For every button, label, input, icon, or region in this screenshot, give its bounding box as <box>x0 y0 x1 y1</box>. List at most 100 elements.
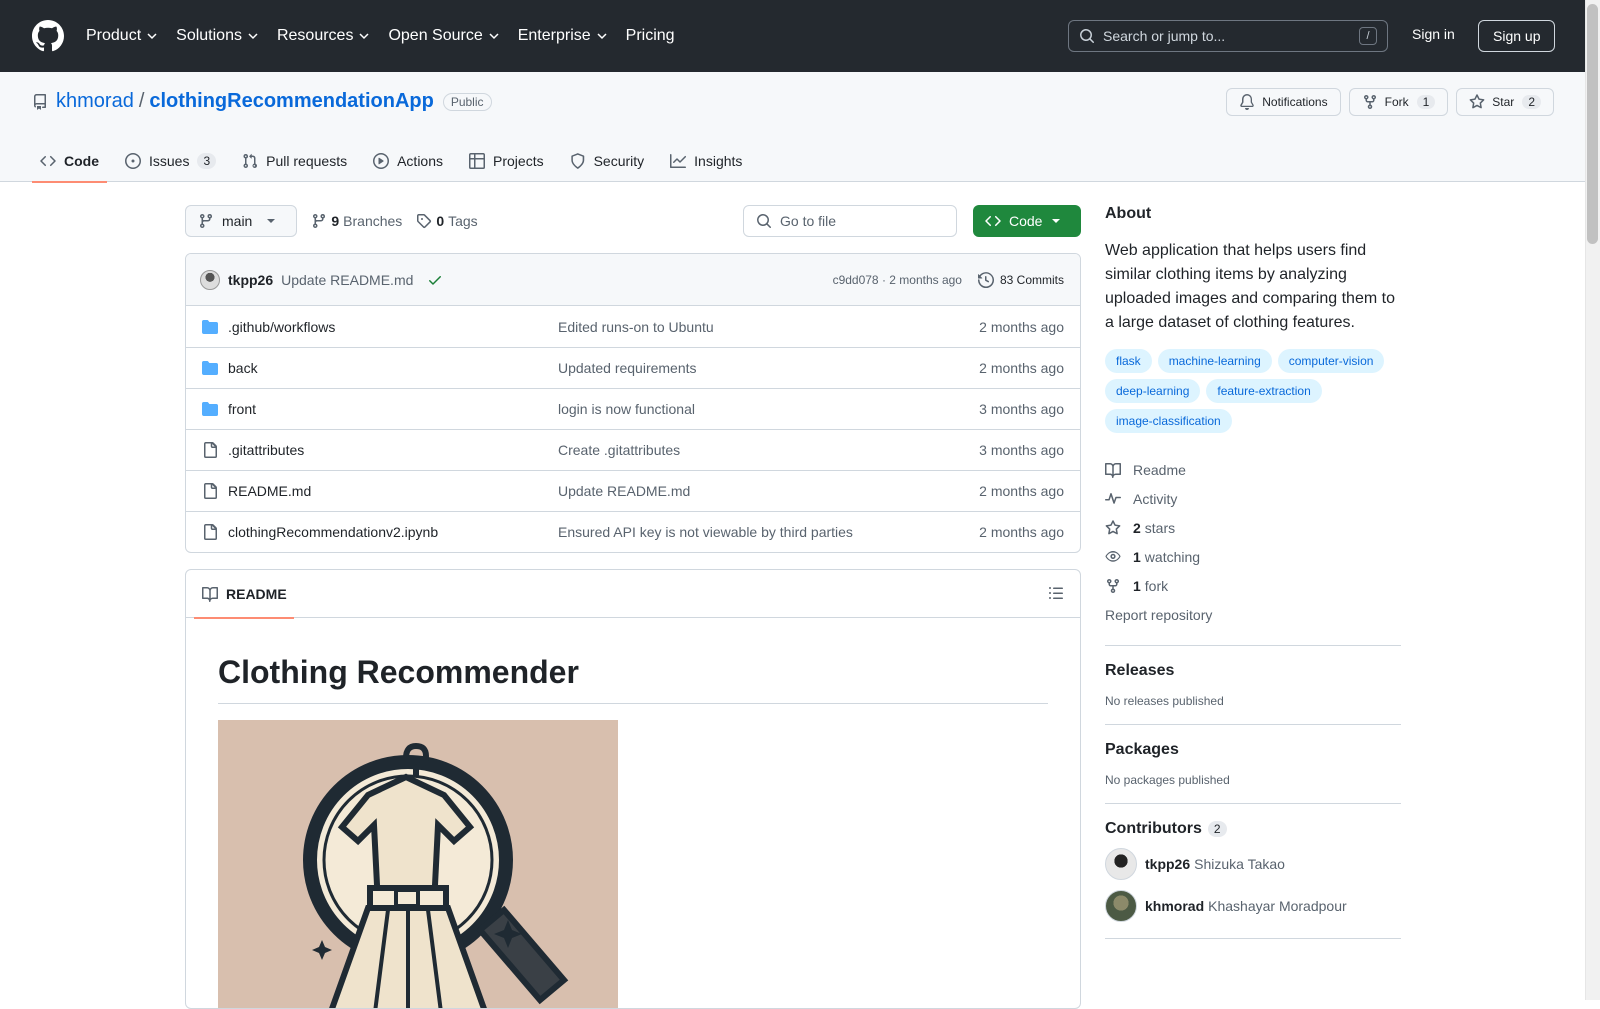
github-logo-icon[interactable] <box>32 20 64 52</box>
repo-sidebar: About Web application that helps users f… <box>1105 205 1401 955</box>
fork-button[interactable]: Fork 1 <box>1348 88 1449 116</box>
file-commit-message-link[interactable]: Update README.md <box>558 483 690 499</box>
commits-history-link[interactable]: 83 Commits <box>977 271 1064 288</box>
file-commit-message-link[interactable]: login is now functional <box>558 401 695 417</box>
file-name-link[interactable]: back <box>228 360 558 376</box>
page-scrollbar[interactable] <box>1585 0 1600 1000</box>
tab-code[interactable]: Code <box>32 140 107 183</box>
file-name-link[interactable]: README.md <box>228 483 558 499</box>
file-date: 2 months ago <box>979 483 1064 499</box>
nav-pricing[interactable]: Pricing <box>626 27 675 45</box>
report-repository-link[interactable]: Report repository <box>1105 600 1401 629</box>
about-link-label: watching <box>1144 548 1201 565</box>
avatar[interactable] <box>200 269 220 290</box>
nav-enterprise[interactable]: Enterprise <box>518 27 608 45</box>
about-link-stars[interactable]: 2 stars <box>1105 513 1401 542</box>
star-button[interactable]: Star 2 <box>1456 88 1554 116</box>
about-link-count: 1 <box>1133 548 1141 565</box>
notifications-label: Notifications <box>1262 95 1328 109</box>
topic-tag[interactable]: image-classification <box>1105 409 1232 433</box>
topic-tag[interactable]: computer-vision <box>1277 349 1385 373</box>
file-name-link[interactable]: clothingRecommendationv2.ipynb <box>228 524 558 540</box>
topic-tag[interactable]: deep-learning <box>1105 379 1201 403</box>
file-commit-message-link[interactable]: Create .gitattributes <box>558 442 680 458</box>
nav-product[interactable]: Product <box>86 27 158 45</box>
file-name-link[interactable]: .gitattributes <box>228 442 558 458</box>
tab-projects[interactable]: Projects <box>461 140 552 182</box>
repo-owner-link[interactable]: khmorad <box>56 90 134 113</box>
table-row: .github/workflows Edited runs-on to Ubunt… <box>186 306 1080 347</box>
readme-body: Clothing Recommender <box>186 654 1080 1008</box>
code-dropdown-button[interactable]: Code <box>973 205 1081 237</box>
file-name-link[interactable]: front <box>228 401 558 417</box>
table-icon <box>469 153 486 169</box>
global-nav: Product Solutions Resources Open Source Ente… <box>86 27 693 45</box>
releases-title[interactable]: Releases <box>1105 662 1401 680</box>
tab-insights[interactable]: Insights <box>662 140 750 182</box>
caret-down-icon <box>267 219 276 223</box>
commit-author-link[interactable]: tkpp26 <box>228 272 273 288</box>
branches-link[interactable]: 9 Branches <box>311 213 402 229</box>
global-search-input[interactable]: Search or jump to... / <box>1068 20 1388 52</box>
table-row: README.md Update README.md 2 months ago <box>186 470 1080 511</box>
about-link-fork[interactable]: 1 fork <box>1105 571 1401 600</box>
chevron-down-icon <box>489 33 499 40</box>
commit-meta: c9dd078 · 2 months ago 83 Commits <box>833 271 1064 288</box>
file-icon <box>204 524 217 540</box>
tab-security[interactable]: Security <box>562 140 653 182</box>
branch-selector[interactable]: main <box>185 205 298 237</box>
topic-tag[interactable]: feature-extraction <box>1206 379 1322 403</box>
notifications-button[interactable]: Notifications <box>1226 88 1341 116</box>
file-name-link[interactable]: .github/workflows <box>228 319 558 335</box>
scrollbar-thumb[interactable] <box>1587 4 1598 244</box>
readme-tab[interactable]: README <box>194 570 294 619</box>
tab-actions[interactable]: Actions <box>365 140 451 182</box>
check-icon[interactable] <box>427 272 443 288</box>
go-to-file-input[interactable]: Go to file <box>743 205 957 237</box>
tab-count: 3 <box>197 153 217 169</box>
sign-up-button[interactable]: Sign up <box>1478 20 1556 52</box>
topic-tag[interactable]: flask <box>1105 349 1152 373</box>
list-icon[interactable] <box>1048 585 1064 601</box>
nav-solutions[interactable]: Solutions <box>176 27 259 45</box>
file-commit-message-link[interactable]: Updated requirements <box>558 360 697 376</box>
divider <box>1105 645 1401 646</box>
about-link-readme[interactable]: Readme <box>1105 455 1401 484</box>
avatar[interactable] <box>1105 890 1137 922</box>
commit-message-link[interactable]: Update README.md <box>281 272 413 288</box>
about-link-activity[interactable]: Activity <box>1105 484 1401 513</box>
contributors-header: Contributors 2 <box>1105 820 1401 838</box>
tab-pull-requests[interactable]: Pull requests <box>234 140 355 182</box>
commit-hash-link[interactable]: c9dd078 · 2 months ago <box>833 273 962 287</box>
eye-icon <box>1105 550 1121 562</box>
packages-empty-text: No packages published <box>1105 773 1230 787</box>
divider <box>1105 803 1401 804</box>
repo-name-link[interactable]: clothingRecommendationApp <box>149 90 433 113</box>
nav-open-source[interactable]: Open Source <box>388 27 499 45</box>
repo-tabs: Code Issues 3 Pull requests Actions Projects S… <box>32 140 760 183</box>
branch-icon <box>200 213 212 229</box>
about-link-watching[interactable]: 1 watching <box>1105 542 1401 571</box>
fork-icon <box>1107 578 1119 593</box>
nav-resources[interactable]: Resources <box>277 27 370 45</box>
file-commit-message-link[interactable]: Edited runs-on to Ubuntu <box>558 319 714 335</box>
topic-tag[interactable]: machine-learning <box>1157 349 1272 373</box>
tags-link[interactable]: 0 Tags <box>416 213 478 229</box>
avatar[interactable] <box>1105 848 1137 880</box>
book-icon <box>202 586 218 602</box>
packages-title[interactable]: Packages <box>1105 741 1401 759</box>
sign-in-link[interactable]: Sign in <box>1412 26 1455 42</box>
divider <box>1105 724 1401 725</box>
about-title: About <box>1105 205 1152 222</box>
contributors-title[interactable]: Contributors <box>1105 820 1202 837</box>
contributor-full-name: Khashayar Moradpour <box>1208 898 1347 914</box>
file-commit-message-link[interactable]: Ensured API key is not viewable by third… <box>558 524 853 540</box>
file-browser: tkpp26 Update README.md c9dd078 · 2 mont… <box>185 253 1081 553</box>
contributor-login-link[interactable]: tkpp26 <box>1145 856 1190 872</box>
tab-issues[interactable]: Issues 3 <box>117 140 224 182</box>
about-description: Web application that helps users find si… <box>1105 242 1395 331</box>
contributors-list: tkpp26 Shizuka Takao khmorad Khashayar Mora… <box>1105 848 1401 922</box>
file-type-icon <box>202 442 218 458</box>
tab-label: Code <box>64 153 99 169</box>
contributor-login-link[interactable]: khmorad <box>1145 898 1204 914</box>
